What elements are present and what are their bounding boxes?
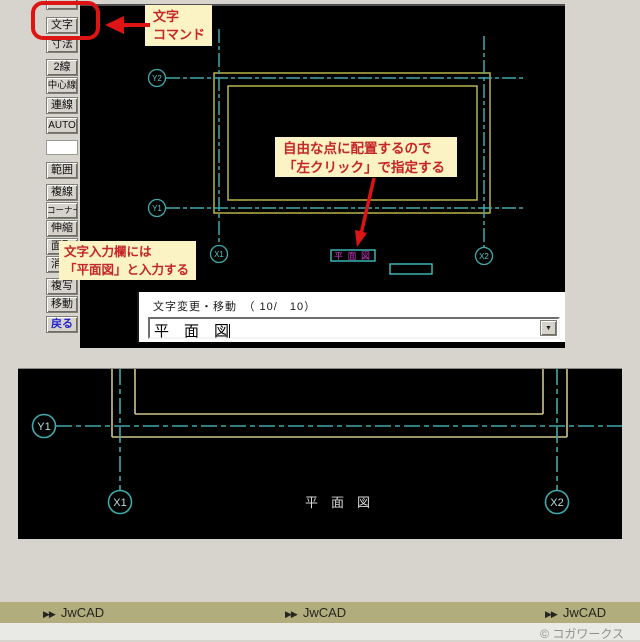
cad-drawing-canvas-bottom[interactable]: Y1 X1 X2 平 面 図 (18, 368, 622, 539)
toolbar-button-9[interactable]: コーナー (46, 202, 78, 219)
footer-link-label: JwCAD (60, 605, 105, 620)
text-input-value: 平 面 図 (154, 323, 231, 340)
annotation-line: 自由な点に配置するので (283, 141, 432, 156)
toolbar-button-3[interactable]: 2線 (46, 59, 78, 76)
footer-link-jwcad-2[interactable]: ▶▶ JwCAD (285, 605, 346, 620)
y1-axis-label: Y1 (37, 421, 50, 433)
footer-link-jwcad-3[interactable]: ▶▶ JwCAD (545, 605, 606, 620)
annotation-input-hint: 文字入力欄には 「平面図」と入力する (59, 241, 196, 280)
dialog-title: 文字変更・移動 （ 10/ 10） (153, 301, 317, 313)
double-arrow-icon: ▶▶ (285, 609, 298, 619)
toolbar-button-15[interactable]: 戻る (46, 316, 78, 333)
x2-axis-label: X2 (550, 497, 563, 509)
left-toolbar: 文字寸法2線中心線連線AUTO範囲複線コーナー伸縮面取消去複写移動戻る (45, 0, 80, 348)
double-arrow-icon: ▶▶ (545, 609, 558, 619)
toolbar-button-13[interactable]: 複写 (46, 278, 78, 295)
toolbar-button-8[interactable]: 複線 (46, 184, 78, 201)
x1-axis-label: X1 (214, 250, 224, 259)
annotation-line: コマンド (153, 27, 206, 42)
arrow-head-place (355, 230, 367, 247)
y2-axis-label: Y2 (152, 74, 162, 83)
annotation-text-command: 文字 コマンド (145, 5, 212, 46)
command-highlight-circle (31, 1, 100, 40)
combo-dropdown-button[interactable]: ▼ (540, 320, 557, 336)
footer-link-jwcad-1[interactable]: ▶▶ JwCAD (43, 605, 104, 620)
text-caret (229, 324, 231, 338)
toolbar-spacer (46, 140, 78, 155)
toolbar-button-10[interactable]: 伸縮 (46, 220, 78, 237)
copyright-text: © コガワークス (540, 627, 624, 641)
plan-caption: 平 面 図 (305, 495, 370, 510)
cad-drawing-bottom: Y1 X1 X2 平 面 図 (31, 369, 622, 515)
text-edit-dialog: 文字変更・移動 （ 10/ 10） 平 面 図 ▼ (137, 292, 565, 342)
toolbar-button-4[interactable]: 中心線 (46, 77, 78, 94)
x1-axis-label: X1 (113, 497, 126, 509)
toolbar-button-6[interactable]: AUTO (46, 117, 78, 134)
y1-axis-label: Y1 (152, 204, 162, 213)
annotation-line: 「左クリック」で指定する (283, 160, 445, 175)
footer-link-label: JwCAD (302, 605, 347, 620)
text-input-combo[interactable]: 平 面 図 ▼ (148, 317, 560, 340)
arrow-line-place (359, 177, 376, 235)
double-arrow-icon: ▶▶ (43, 609, 56, 619)
annotation-line: 文字 (153, 9, 180, 24)
toolbar-button-14[interactable]: 移動 (46, 296, 78, 313)
footer-bar: ▶▶ JwCAD ▶▶ JwCAD ▶▶ JwCAD (0, 602, 640, 623)
footer-link-label: JwCAD (562, 605, 607, 620)
toolbar-button-7[interactable]: 範囲 (46, 162, 78, 179)
placed-text: 平面図 (334, 251, 375, 261)
empty-text-box[interactable] (389, 263, 433, 275)
tutorial-top-section: 文字寸法2線中心線連線AUTO範囲複線コーナー伸縮面取消去複写移動戻る Y2 Y… (0, 0, 640, 360)
annotation-line: 文字入力欄には (64, 245, 152, 259)
annotation-line: 「平面図」と入力する (64, 263, 190, 277)
annotation-free-placement: 自由な点に配置するので 「左クリック」で指定する (275, 137, 457, 177)
toolbar-button-5[interactable]: 連線 (46, 97, 78, 114)
x2-axis-label: X2 (479, 252, 489, 261)
